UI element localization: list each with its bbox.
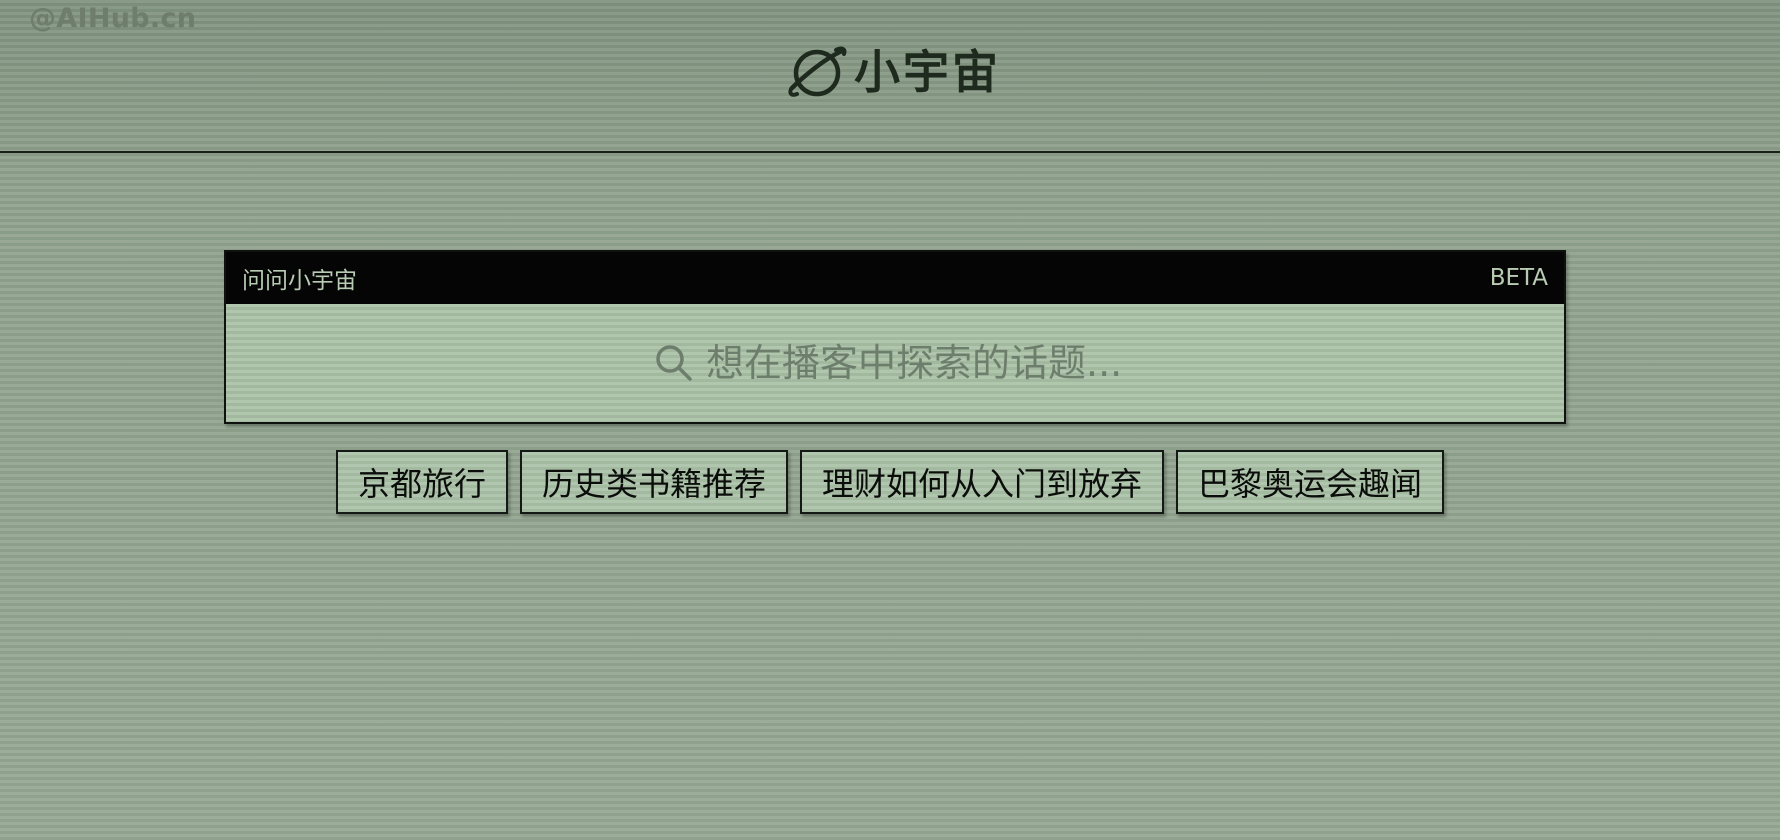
search-card-body[interactable] — [226, 304, 1564, 422]
suggestion-chip[interactable]: 京都旅行 — [335, 450, 508, 514]
suggestion-chip[interactable]: 巴黎奥运会趣闻 — [1176, 450, 1445, 514]
planet-icon — [788, 46, 847, 97]
search-card-header: 问问小宇宙 BETA — [226, 252, 1564, 304]
search-card: 问问小宇宙 BETA — [224, 250, 1566, 424]
logo[interactable]: 小宇宙 — [786, 44, 1001, 100]
search-icon — [656, 345, 692, 381]
beta-badge: BETA — [1489, 265, 1548, 291]
suggestion-chip[interactable]: 理财如何从入门到放弃 — [800, 450, 1165, 514]
suggestion-chip[interactable]: 历史类书籍推荐 — [519, 450, 788, 514]
brand-name: 小宇宙 — [854, 45, 1001, 99]
search-card-title: 问问小宇宙 — [242, 268, 357, 294]
page-header: @AIHub.cn 小宇宙 — [0, 0, 1780, 153]
suggestion-chips: 京都旅行 历史类书籍推荐 理财如何从入门到放弃 巴黎奥运会趣闻 — [0, 450, 1780, 514]
watermark-text: @AIHub.cn — [29, 3, 197, 34]
search-input[interactable] — [706, 341, 1136, 385]
search-box[interactable] — [654, 341, 1136, 385]
